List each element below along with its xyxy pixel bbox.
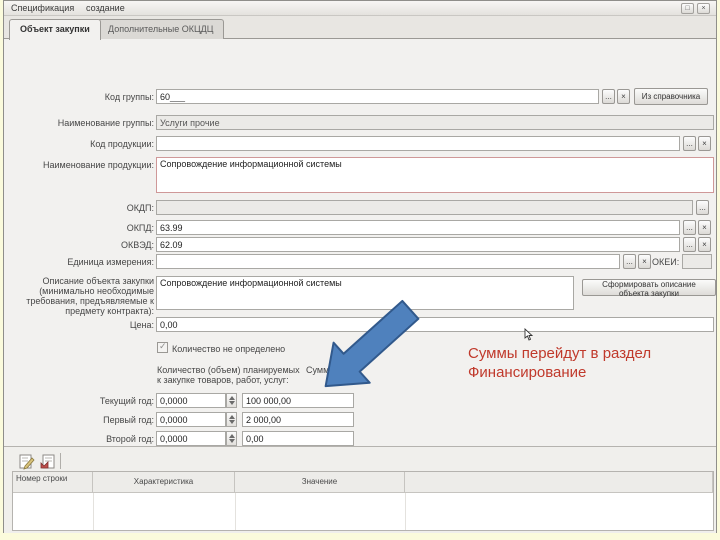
second-year-qty-spinner[interactable]	[226, 431, 237, 446]
column-header-row-number[interactable]: Номер строки	[13, 472, 93, 493]
product-code-input[interactable]	[156, 136, 680, 151]
first-year-sum-input[interactable]	[242, 412, 354, 427]
okpd-lookup-button[interactable]: ...	[683, 220, 696, 235]
tab-additional-okcdc[interactable]: Дополнительные ОКЦДЦ	[97, 19, 225, 39]
unit-clear-button[interactable]: ×	[638, 254, 651, 269]
current-year-qty-input[interactable]	[156, 393, 226, 408]
from-directory-button[interactable]: Из справочника	[634, 88, 708, 105]
slide-background-strip	[0, 534, 720, 540]
spinner-down-icon[interactable]	[228, 439, 235, 443]
annotation-line-1: Суммы перейдут в раздел	[468, 345, 652, 362]
tab-bar: Объект закупки Дополнительные ОКЦДЦ	[4, 16, 716, 40]
specification-window: Спецификация создание □ × Объект закупки…	[3, 0, 717, 533]
copy-characteristic-icon[interactable]	[39, 453, 56, 470]
okdp-lookup-button[interactable]: ...	[696, 200, 709, 215]
current-year-label: Текущий год:	[99, 396, 154, 406]
okved-lookup-button[interactable]: ...	[683, 237, 696, 252]
spinner-down-icon[interactable]	[228, 420, 235, 424]
second-year-qty-input[interactable]	[156, 431, 226, 446]
first-year-label: Первый год:	[103, 415, 154, 425]
quantity-column-header: Количество (объем) планируемых к закупке…	[157, 365, 300, 385]
unit-lookup-button[interactable]: ...	[623, 254, 636, 269]
annotation-line-2: Финансирование	[468, 364, 587, 381]
okei-label: ОКЕИ:	[652, 257, 680, 267]
product-code-label: Код продукции:	[90, 139, 154, 149]
product-code-clear-button[interactable]: ×	[698, 136, 711, 151]
table-column-divider	[405, 493, 406, 530]
okpd-label: ОКПД:	[126, 223, 154, 233]
spinner-up-icon[interactable]	[228, 396, 235, 400]
table-column-divider	[93, 493, 94, 530]
spinner-up-icon[interactable]	[228, 415, 235, 419]
spinner-down-icon[interactable]	[228, 401, 235, 405]
okpd-input[interactable]	[156, 220, 680, 235]
edit-characteristic-icon[interactable]	[18, 453, 35, 470]
group-name-input	[156, 115, 714, 130]
characteristics-panel: Номер строки Характеристика Значение	[4, 446, 716, 533]
generate-description-button[interactable]: Сформировать описание объекта закупки	[582, 279, 716, 298]
okpd-clear-button[interactable]: ×	[698, 220, 711, 235]
toolbar-separator	[60, 453, 61, 469]
second-year-label: Второй год:	[106, 434, 154, 444]
mouse-cursor-icon	[524, 328, 533, 341]
first-year-qty-input[interactable]	[156, 412, 226, 427]
spinner-up-icon[interactable]	[228, 434, 235, 438]
group-code-label: Код группы:	[104, 92, 154, 102]
unit-input[interactable]	[156, 254, 620, 269]
column-header-empty	[405, 472, 713, 493]
price-label: Цена:	[129, 320, 154, 330]
okei-input	[682, 254, 712, 269]
title-bar: Спецификация создание □ ×	[4, 1, 716, 16]
description-textarea[interactable]: Сопровождение информационной системы	[156, 276, 574, 310]
group-name-label: Наименование группы:	[57, 118, 154, 128]
group-code-input[interactable]	[156, 89, 599, 104]
quantity-undefined-checkbox[interactable]	[157, 341, 168, 353]
okdp-input	[156, 200, 693, 215]
column-header-characteristic[interactable]: Характеристика	[93, 472, 235, 493]
okdp-label: ОКДП:	[126, 203, 154, 213]
menu-specification[interactable]: Спецификация	[11, 1, 74, 16]
column-header-value[interactable]: Значение	[235, 472, 405, 493]
unit-label: Единица измерения:	[67, 257, 154, 267]
first-year-qty-spinner[interactable]	[226, 412, 237, 427]
second-year-sum-input[interactable]	[242, 431, 354, 446]
okved-input[interactable]	[156, 237, 680, 252]
product-name-label: Наименование продукции:	[43, 160, 154, 170]
close-window-button[interactable]: ×	[697, 3, 710, 14]
product-code-lookup-button[interactable]: ...	[683, 136, 696, 151]
menu-create[interactable]: создание	[86, 1, 125, 16]
group-code-lookup-button[interactable]: ...	[602, 89, 615, 104]
annotation-text: Суммы перейдут в раздел Финансирование	[468, 344, 651, 382]
okved-label: ОКВЭД:	[120, 240, 154, 250]
product-name-textarea[interactable]: Сопровождение информационной системы	[156, 157, 714, 193]
price-input[interactable]	[156, 317, 714, 332]
characteristics-table: Номер строки Характеристика Значение	[12, 471, 714, 531]
okved-clear-button[interactable]: ×	[698, 237, 711, 252]
tab-purchase-object[interactable]: Объект закупки	[9, 19, 101, 40]
description-label: Описание объекта закупки (минимально нео…	[26, 276, 154, 316]
group-code-clear-button[interactable]: ×	[617, 89, 630, 104]
table-column-divider	[235, 493, 236, 530]
current-year-qty-spinner[interactable]	[226, 393, 237, 408]
restore-window-button[interactable]: □	[681, 3, 694, 14]
